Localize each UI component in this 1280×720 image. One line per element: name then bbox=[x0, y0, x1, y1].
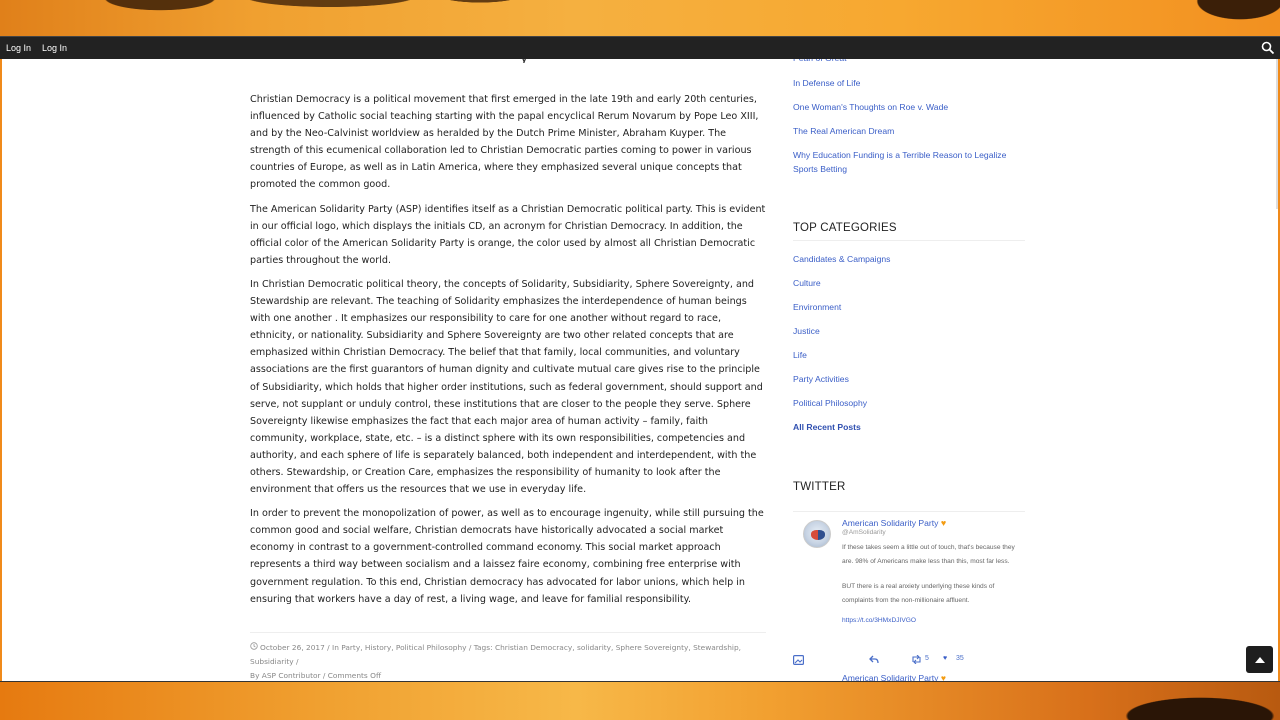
post-meta-line2[interactable]: By ASP Contributor / Comments Off bbox=[250, 671, 381, 680]
tweet-actions: 5 ♥ 35 bbox=[793, 654, 973, 669]
all-recent-posts-link[interactable]: All Recent Posts bbox=[793, 420, 1025, 434]
recent-post-link[interactable]: Why Education Funding is a Terrible Reas… bbox=[793, 148, 1025, 176]
recent-post-cutoff[interactable]: Pearl of Great bbox=[793, 59, 1025, 65]
avatar[interactable] bbox=[803, 520, 831, 548]
article-paragraph: In Christian Democratic political theory… bbox=[250, 278, 763, 496]
tweet-text-part2: BUT there is a real anxiety underlying t… bbox=[842, 583, 995, 604]
recent-post-link[interactable]: One Woman's Thoughts on Roe v. Wade bbox=[793, 100, 1025, 114]
reply-icon[interactable] bbox=[869, 655, 879, 666]
categories-list: Candidates & Campaigns Culture Environme… bbox=[793, 252, 1025, 434]
login-link-2[interactable]: Log In bbox=[42, 43, 67, 53]
recent-posts-list: In Defense of Life One Woman's Thoughts … bbox=[793, 76, 1025, 176]
orange-heart-icon: ♥ bbox=[940, 518, 947, 528]
article-title-cutoff: y bbox=[250, 59, 766, 63]
category-link[interactable]: Candidates & Campaigns bbox=[793, 252, 1025, 266]
category-link[interactable]: Party Activities bbox=[793, 372, 1025, 386]
tree-silhouette bbox=[40, 0, 560, 34]
tweet-handle[interactable]: @AmSolidarity bbox=[842, 529, 1025, 536]
article-paragraph: Christian Democracy is a political movem… bbox=[250, 94, 759, 191]
tweet-text: If these takes seem a little out of touc… bbox=[842, 541, 1020, 607]
login-link[interactable]: Log In bbox=[6, 43, 31, 53]
top-navbar: Log In Log In bbox=[0, 36, 1280, 59]
tweet-image-icon[interactable] bbox=[793, 655, 805, 667]
tweet-text-part1: If these takes seem a little out of touc… bbox=[842, 544, 1015, 565]
tweet-author[interactable]: American Solidarity Party ♥ bbox=[842, 512, 1025, 528]
search-icon[interactable] bbox=[1260, 40, 1276, 56]
category-link[interactable]: Culture bbox=[793, 276, 1025, 290]
category-link[interactable]: Justice bbox=[793, 324, 1025, 338]
recent-post-link[interactable]: In Defense of Life bbox=[793, 76, 1025, 90]
clock-icon bbox=[250, 641, 258, 655]
bush-silhouette bbox=[1170, 0, 1280, 36]
category-link[interactable]: Political Philosophy bbox=[793, 396, 1025, 410]
like-heart-icon[interactable]: ♥ bbox=[943, 655, 947, 662]
ground-silhouette bbox=[1080, 686, 1280, 720]
article-paragraph: In order to prevent the monopolization o… bbox=[250, 508, 764, 605]
header-banner bbox=[0, 0, 1280, 36]
tweet-link[interactable]: https://t.co/3HMxDJIVGO bbox=[842, 617, 1025, 624]
next-tweet-author-cutoff[interactable]: American Solidarity Party ♥ bbox=[842, 673, 946, 681]
category-link[interactable]: Environment bbox=[793, 300, 1025, 314]
scroll-edge bbox=[1276, 59, 1278, 209]
footer-banner bbox=[0, 681, 1280, 720]
twitter-heading: TWITTER bbox=[793, 481, 846, 493]
post-meta: October 26, 2017 / In Party, History, Po… bbox=[250, 631, 766, 681]
sidebar: Pearl of Great In Defense of Life One Wo… bbox=[793, 59, 1025, 671]
orange-heart-icon: ♥ bbox=[940, 673, 946, 681]
next-tweet-author-name[interactable]: American Solidarity Party bbox=[842, 673, 938, 681]
like-count: 35 bbox=[956, 655, 964, 662]
tweet-card: American Solidarity Party ♥ @AmSolidarit… bbox=[793, 511, 1025, 671]
retweet-icon[interactable] bbox=[911, 654, 922, 666]
tweet-author-name[interactable]: American Solidarity Party bbox=[842, 518, 938, 528]
post-meta-line1[interactable]: October 26, 2017 / In Party, History, Po… bbox=[250, 643, 741, 666]
article-body: y Christian Democracy is a political mov… bbox=[250, 59, 766, 681]
retweet-count: 5 bbox=[925, 655, 929, 662]
categories-heading: TOP CATEGORIES bbox=[793, 222, 1025, 241]
recent-post-link[interactable]: The Real American Dream bbox=[793, 124, 1025, 138]
page-content: y Christian Democracy is a political mov… bbox=[2, 59, 1278, 681]
category-link[interactable]: Life bbox=[793, 348, 1025, 362]
back-to-top-button[interactable] bbox=[1246, 646, 1273, 673]
article-paragraph: The American Solidarity Party (ASP) iden… bbox=[250, 203, 766, 266]
